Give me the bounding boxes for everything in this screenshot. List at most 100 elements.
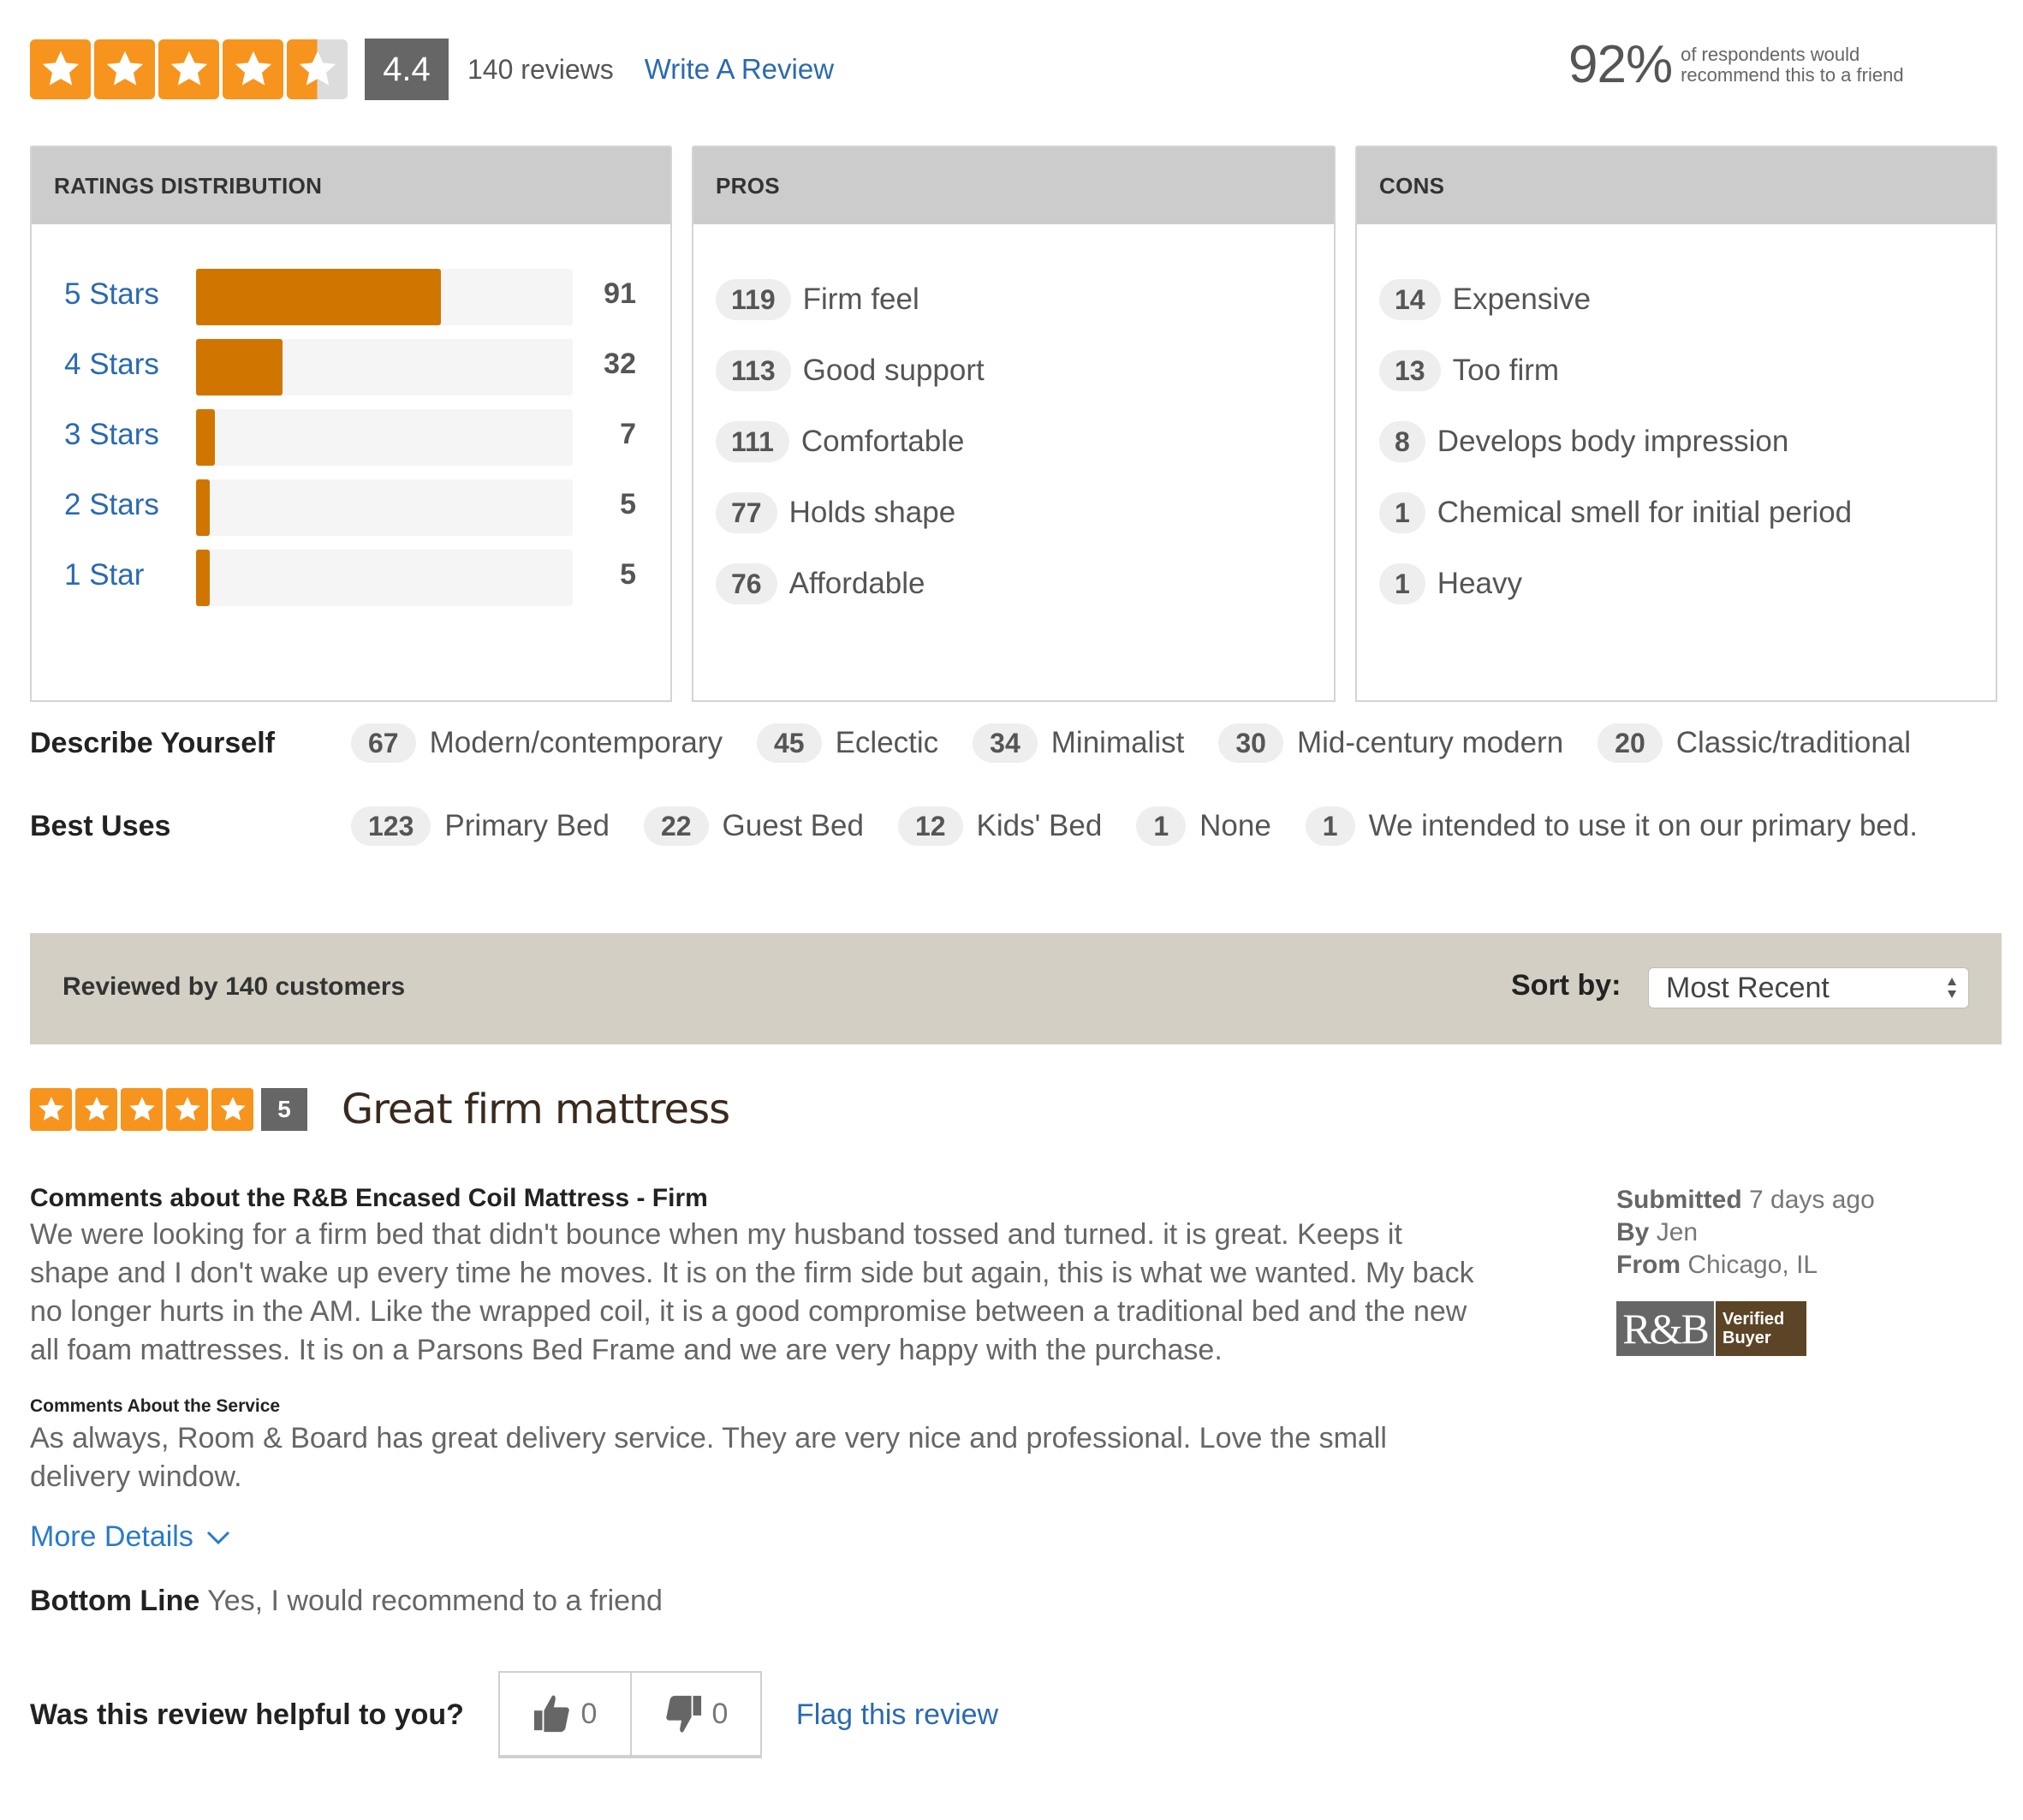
con-item: 1 Chemical smell for initial period (1379, 485, 1852, 541)
con-item: 1 Heavy (1379, 556, 1852, 612)
rating-distribution-row[interactable]: 2 Stars 5 (32, 479, 670, 536)
tag-label: None (1199, 809, 1271, 842)
submitted-label: Submitted (1616, 1186, 1742, 1214)
helpful-question: Was this review helpful to you? (30, 1698, 464, 1731)
review-rating-badge: 5 (261, 1088, 307, 1131)
review-meta: Submitted 7 days ago By Jen From Chicago… (1616, 1184, 1875, 1282)
sort-selected-value: Most Recent (1666, 972, 1830, 1004)
star-icon (121, 1088, 163, 1131)
panel-title: PROS (693, 147, 1334, 224)
recommend-text-line2: recommend this to a friend (1681, 63, 1904, 86)
tag-count-badge: 77 (716, 492, 777, 533)
thumbs-up-icon (534, 1695, 570, 1733)
best-use-item: 12 Kids' Bed (897, 806, 1103, 846)
bottom-line: Bottom Line Yes, I would recommend to a … (30, 1585, 1485, 1618)
service-comments-text: As always, Room & Board has great delive… (30, 1422, 1387, 1493)
helpful-yes-button[interactable]: 0 (500, 1673, 630, 1755)
tag-count-badge: 8 (1379, 421, 1425, 462)
pro-item: 111 Comfortable (716, 413, 985, 470)
more-details-link[interactable]: More Details (30, 1520, 231, 1554)
rating-filter-link[interactable]: 5 Stars (64, 277, 159, 312)
tag-count-badge: 113 (716, 350, 791, 391)
tag-label: Eclectic (835, 726, 939, 759)
rating-bar-fill (196, 269, 441, 325)
rating-filter-link[interactable]: 1 Star (64, 558, 144, 592)
average-rating-badge: 4.4 (365, 39, 449, 100)
best-use-item: 1 None (1136, 806, 1271, 846)
helpful-no-button[interactable]: 0 (629, 1673, 760, 1755)
star-icon (223, 39, 283, 99)
rating-count: 91 (604, 277, 636, 310)
describe-yourself-row: Describe Yourself 67 Modern/contemporary 4… (30, 717, 1945, 769)
recommend-summary: 92% of respondents would recommend this … (1568, 34, 1904, 95)
recommend-text-line1: of respondents would (1681, 43, 1860, 65)
cons-panel: CONS 14 Expensive 13 Too firm 8 Develops body… (1355, 146, 1997, 702)
rating-bar-fill (196, 339, 283, 396)
review-body: Comments about the R&B Encased Coil Matt… (30, 1181, 1485, 1618)
rating-bar-fill (196, 479, 210, 536)
helpful-no-count: 0 (711, 1697, 729, 1730)
flag-review-link[interactable]: Flag this review (796, 1698, 998, 1732)
write-review-link[interactable]: Write A Review (645, 53, 834, 86)
describe-yourself-item: 30 Mid-century modern (1218, 723, 1563, 763)
tag-label: Develops body impression (1437, 425, 1789, 458)
rating-distribution-row[interactable]: 3 Stars 7 (32, 409, 670, 466)
tag-count-badge: 119 (716, 279, 791, 320)
tag-count-badge: 1 (1379, 563, 1425, 604)
thumbs-down-icon (666, 1695, 702, 1733)
rating-count: 32 (604, 348, 636, 380)
submitted-value: 7 days ago (1749, 1186, 1875, 1214)
half-star-icon (287, 39, 348, 99)
tag-count-badge: 111 (716, 421, 789, 462)
con-item: 14 Expensive (1379, 271, 1852, 328)
tag-count-badge: 45 (756, 723, 822, 763)
location-info: From Chicago, IL (1616, 1249, 1875, 1282)
helpfulness-row: Was this review helpful to you? 0 0 Flag… (30, 1671, 998, 1758)
recommend-percent: 92% (1568, 35, 1673, 94)
tag-label: Good support (802, 354, 985, 387)
star-icon (211, 1088, 253, 1131)
rating-distribution-row[interactable]: 1 Star 5 (32, 550, 670, 606)
recommend-text: of respondents would recommend this to a… (1681, 43, 1904, 86)
tag-label: We intended to use it on our primary bed… (1368, 809, 1918, 842)
rating-filter-link[interactable]: 2 Stars (64, 488, 159, 522)
chevron-down-icon (206, 1531, 229, 1544)
tag-count-badge: 13 (1379, 350, 1441, 391)
author-info: By Jen (1616, 1216, 1875, 1249)
tag-label: Primary Bed (444, 809, 610, 842)
rating-filter-link[interactable]: 4 Stars (64, 348, 159, 382)
con-item: 13 Too firm (1379, 342, 1852, 399)
pro-item: 76 Affordable (716, 556, 985, 612)
best-uses-row: Best Uses 123 Primary Bed 22 Guest Bed 12 Kid… (30, 800, 1952, 852)
tag-label: Chemical smell for initial period (1437, 496, 1853, 529)
tag-label: Mid-century modern (1296, 726, 1564, 759)
tag-count-badge: 14 (1379, 279, 1441, 320)
helpful-yes-count: 0 (580, 1697, 598, 1730)
rating-bar-track (196, 269, 573, 325)
tag-count-badge: 1 (1305, 806, 1355, 846)
tag-label: Kids' Bed (976, 809, 1103, 842)
tag-label: Classic/traditional (1675, 726, 1912, 759)
describe-yourself-item: 45 Eclectic (756, 723, 939, 763)
sort-select[interactable]: Most Recent (1648, 967, 1969, 1008)
rating-distribution-row[interactable]: 4 Stars 32 (32, 339, 670, 396)
bottom-line-value: Yes, I would recommend to a friend (207, 1585, 663, 1617)
rating-filter-link[interactable]: 3 Stars (64, 418, 159, 452)
rating-bar-fill (196, 409, 215, 466)
describe-yourself-item: 67 Modern/contemporary (351, 723, 723, 763)
sort-label: Sort by: (1511, 969, 1621, 1002)
rating-bar-track (196, 479, 573, 536)
review-star-rating (30, 1088, 253, 1131)
tag-label: Affordable (788, 567, 925, 600)
describe-yourself-title: Describe Yourself (30, 726, 275, 759)
product-comments-label: Comments about the R&B Encased Coil Matt… (30, 1184, 708, 1212)
rating-distribution-row[interactable]: 5 Stars 91 (32, 269, 670, 325)
tag-label: Comfortable (800, 425, 965, 458)
tag-label: Guest Bed (722, 809, 864, 842)
author-location: Chicago, IL (1687, 1251, 1818, 1279)
describe-yourself-item: 34 Minimalist (973, 723, 1184, 763)
best-uses-title: Best Uses (30, 809, 171, 842)
by-label: By (1616, 1218, 1650, 1246)
star-icon (158, 39, 219, 99)
reviewed-by-count: Reviewed by 140 customers (62, 972, 406, 1001)
